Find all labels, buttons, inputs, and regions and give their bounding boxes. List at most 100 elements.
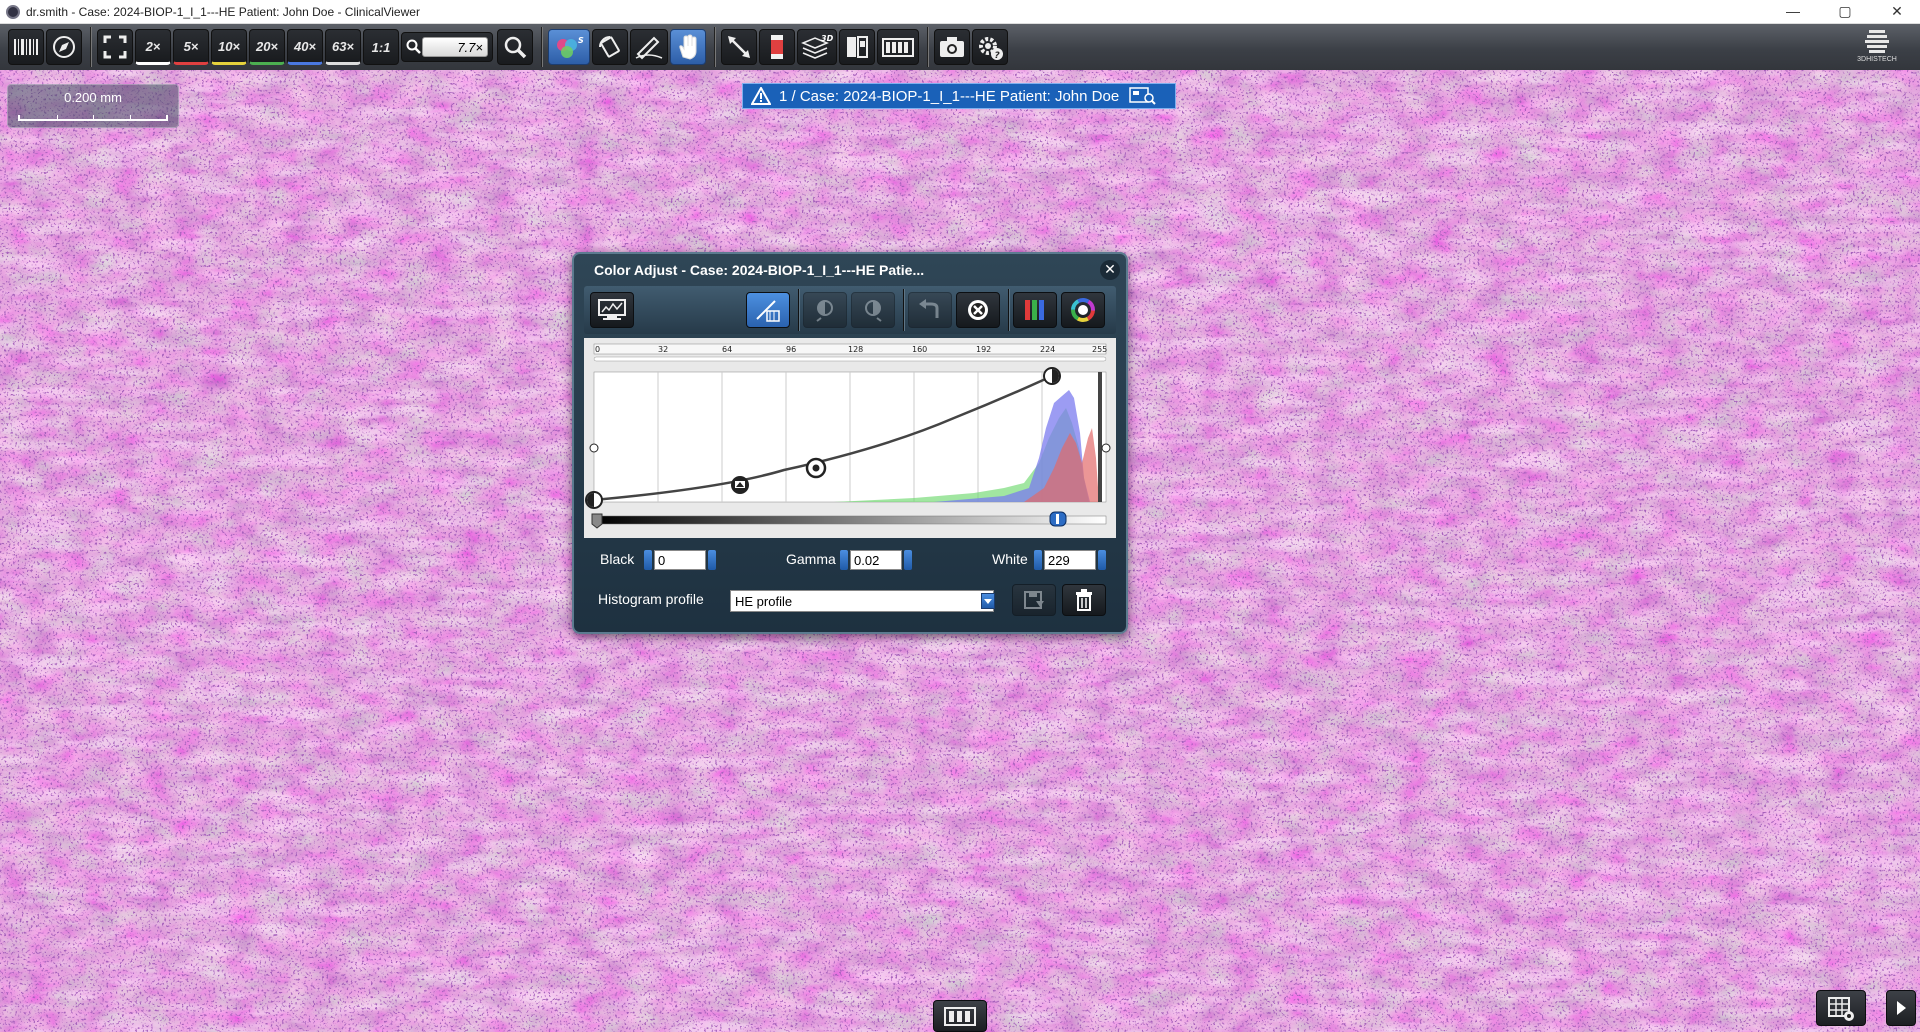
save-icon [1024,591,1044,609]
magnification-5x-button[interactable]: 5× [173,29,209,65]
scale-bar-tick [129,115,131,119]
white-point-icon [865,300,882,322]
profile-dropdown-toggle[interactable] [981,593,995,609]
navigator-button[interactable] [46,29,82,65]
gear-help-icon: ? [979,37,1003,61]
zoom-field [401,32,493,62]
white-spinner-up[interactable] [1098,550,1106,570]
zoom-input[interactable] [422,37,488,57]
black-spinner-down[interactable] [644,550,652,570]
maximize-button[interactable]: ▢ [1822,0,1868,24]
fit-screen-button[interactable] [97,29,133,65]
toolbar-separator [903,289,904,331]
gamma-spinner-up[interactable] [904,550,912,570]
rotate-icon [599,36,620,58]
gamma-input[interactable] [850,550,902,570]
vendor-logo: 3DHISTECH [1844,26,1910,68]
expand-panel-button[interactable] [1886,990,1916,1026]
white-input[interactable] [1044,550,1096,570]
black-field [644,549,716,571]
ruler-tick-label: 192 [976,345,991,354]
warning-icon [751,87,771,105]
logo-mark-icon [1865,30,1889,53]
close-window-button[interactable]: ✕ [1874,0,1920,24]
gamma-handle[interactable] [805,457,827,479]
magnifier-icon [504,36,527,59]
magnification-10x-button[interactable]: 10× [211,29,247,65]
histogram-profile-select[interactable]: HE profile [730,590,994,612]
chevron-right-icon [1897,1001,1906,1015]
black-point-icon [816,300,833,322]
slide-icon [771,35,783,59]
case-banner[interactable]: 1 / Case: 2024-BIOP-1_I_1---HE Patient: … [742,83,1176,109]
white-level-thumb[interactable] [1049,511,1067,527]
magnification-63x-button[interactable]: 63× [325,29,361,65]
ruler-tick-label: 0 [595,345,600,354]
white-spinner-down[interactable] [1034,550,1042,570]
save-profile-button[interactable] [1012,584,1056,616]
black-input[interactable] [654,550,706,570]
apply-to-display-button[interactable] [590,292,634,328]
pan-button[interactable] [670,29,706,65]
dialog-close-button[interactable]: ✕ [1100,260,1120,280]
measure-button[interactable] [721,29,757,65]
main-toolbar: 2× 5× 10× 20× 40× 63× 1:1 S 3D ? [0,24,1920,70]
color-adjust-button[interactable]: S [548,29,590,65]
delete-profile-button[interactable] [1062,584,1106,616]
reset-button[interactable] [956,292,1000,328]
color-wheel-button[interactable] [1061,292,1105,328]
toolbar-separator [714,27,715,67]
logo-text: 3DHISTECH [1857,56,1897,63]
white-label: White [992,551,1028,567]
magnification-20x-button[interactable]: 20× [249,29,285,65]
white-point-handle[interactable] [1043,367,1061,385]
histogram-panel: 0 32 64 96 128 160 192 224 255 [584,338,1116,538]
snapshot-button[interactable] [934,29,970,65]
3d-view-button[interactable]: 3D [797,29,837,65]
toolbar-separator [1008,289,1009,331]
dialog-title: Color Adjust - Case: 2024-BIOP-1_I_1---H… [594,262,925,278]
toolbar-separator [927,27,928,67]
color-adjust-icon: S [557,36,584,58]
annotation-button[interactable] [630,29,668,65]
magnification-40x-button[interactable]: 40× [287,29,323,65]
gamma-spinner-down[interactable] [840,550,848,570]
slide-tray-toggle-button[interactable] [933,1000,987,1032]
gamma-label: Gamma [786,551,836,567]
grid-settings-button[interactable] [1816,990,1866,1026]
magnification-2x-button[interactable]: 2× [135,29,171,65]
slide-tray-button[interactable] [877,29,919,65]
slide-label-button[interactable] [759,29,795,65]
undo-icon [919,299,939,318]
one-to-one-button[interactable]: 1:1 [363,29,399,65]
scale-bar-line [18,115,168,121]
compass-icon [53,36,75,58]
toolbar-separator [798,289,799,331]
undo-button[interactable] [908,292,952,328]
toolbar-separator [541,27,542,67]
curve-edit-button[interactable] [746,292,790,328]
pick-white-point-button[interactable] [851,292,895,328]
case-banner-text: 1 / Case: 2024-BIOP-1_I_1---HE Patient: … [779,87,1120,105]
hand-icon [679,34,697,60]
camera-icon [940,37,964,57]
levels-slider-track[interactable] [593,515,1107,525]
settings-help-button[interactable]: ? [972,29,1008,65]
slide-search-icon [1129,87,1156,105]
minimize-button[interactable]: — [1770,0,1816,24]
svg-text:3D: 3D [821,34,833,43]
rotate-button[interactable] [592,29,628,65]
scale-bar-tick [56,115,58,119]
pick-black-point-button[interactable] [803,292,847,328]
toolbar-separator [90,27,91,67]
magnifier-button[interactable] [497,29,533,65]
barcode-button[interactable] [8,29,44,65]
shadow-handle[interactable] [731,476,749,494]
flip-button[interactable] [839,29,875,65]
black-point-handle[interactable] [585,491,603,509]
layers-3d-icon: 3D [801,34,833,59]
fit-screen-icon [103,35,127,59]
black-spinner-up[interactable] [708,550,716,570]
rgb-channels-button[interactable] [1013,292,1057,328]
display-histogram-icon [598,299,626,320]
